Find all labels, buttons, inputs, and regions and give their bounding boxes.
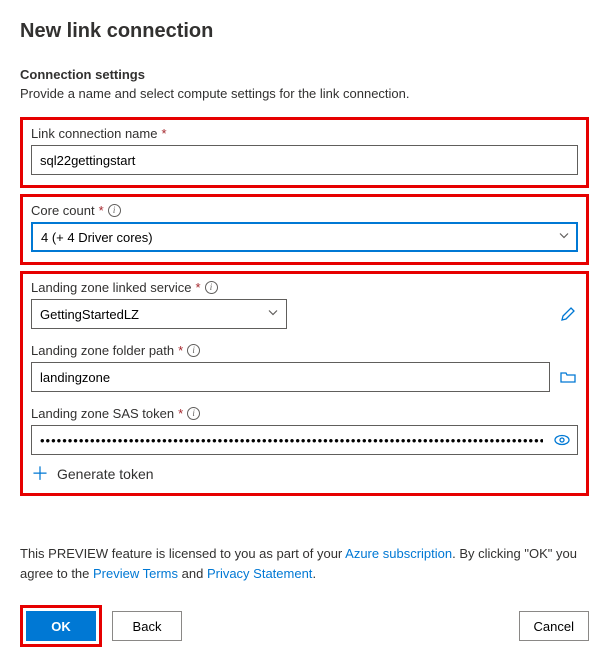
browse-folder-icon[interactable]: [558, 367, 578, 387]
highlight-box-cores: Core count * i: [20, 194, 589, 265]
lz-path-input[interactable]: [31, 362, 550, 392]
plus-icon: ＋: [31, 465, 49, 483]
info-icon[interactable]: i: [108, 204, 121, 217]
section-heading: Connection settings: [20, 67, 589, 82]
footer: OK Back Cancel: [20, 605, 589, 647]
page-title: New link connection: [20, 20, 589, 43]
ok-button[interactable]: OK: [26, 611, 96, 641]
lz-sas-input[interactable]: [31, 425, 578, 455]
info-icon[interactable]: i: [187, 344, 200, 357]
edit-icon[interactable]: [558, 304, 578, 324]
link-name-input[interactable]: [31, 145, 578, 175]
back-button[interactable]: Back: [112, 611, 182, 641]
cancel-button[interactable]: Cancel: [519, 611, 589, 641]
azure-subscription-link[interactable]: Azure subscription: [345, 546, 452, 561]
section-description: Provide a name and select compute settin…: [20, 86, 589, 101]
lz-path-label: Landing zone folder path * i: [31, 343, 578, 358]
preview-notice: This PREVIEW feature is licensed to you …: [20, 544, 589, 583]
core-count-select[interactable]: [31, 222, 578, 252]
reveal-password-icon[interactable]: [552, 430, 572, 450]
preview-terms-link[interactable]: Preview Terms: [93, 566, 178, 581]
generate-token-button[interactable]: ＋ Generate token: [31, 465, 578, 483]
privacy-statement-link[interactable]: Privacy Statement: [207, 566, 313, 581]
lz-service-label: Landing zone linked service * i: [31, 280, 578, 295]
core-count-label: Core count * i: [31, 203, 578, 218]
info-icon[interactable]: i: [205, 281, 218, 294]
highlight-box-ok: OK: [20, 605, 102, 647]
highlight-box-name: Link connection name *: [20, 117, 589, 188]
info-icon[interactable]: i: [187, 407, 200, 420]
lz-service-select[interactable]: [31, 299, 287, 329]
lz-sas-label: Landing zone SAS token * i: [31, 406, 578, 421]
link-name-label: Link connection name *: [31, 126, 578, 141]
highlight-box-landing-zone: Landing zone linked service * i Landing …: [20, 271, 589, 496]
